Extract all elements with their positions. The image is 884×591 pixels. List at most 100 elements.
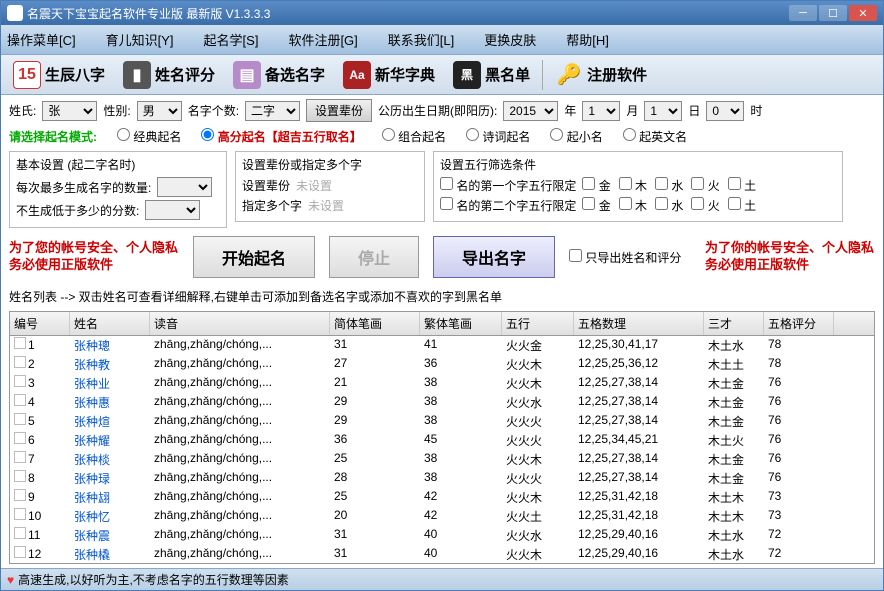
- col-name[interactable]: 姓名: [70, 312, 150, 335]
- table-row[interactable]: 3张种业zhāng,zhǎng/chóng,...2138火火木12,25,27…: [10, 374, 874, 393]
- gender-select[interactable]: 男: [137, 101, 182, 121]
- file-icon: [14, 375, 26, 387]
- menu-naming[interactable]: 起名学[S]: [204, 30, 259, 49]
- mode-row: 请选择起名模式: 经典起名 高分起名【超吉五行取名】 组合起名 诗词起名 起小名…: [9, 126, 875, 147]
- wuxing-cb-土[interactable]: 土: [728, 177, 756, 194]
- menu-skin[interactable]: 更换皮肤: [484, 30, 536, 49]
- table-row[interactable]: 12张种橇zhāng,zhǎng/chóng,...3140火火木12,25,2…: [10, 545, 874, 563]
- stop-button[interactable]: 停止: [329, 236, 419, 278]
- wuxing-cb-金[interactable]: 金: [582, 177, 610, 194]
- wuxing-cb-火[interactable]: 火: [691, 197, 719, 214]
- charcount-select[interactable]: 二字: [245, 101, 300, 121]
- key-icon: 🔑: [555, 61, 583, 89]
- warning-right: 为了你的帐号安全、个人隐私 务必使用正版软件: [705, 240, 875, 274]
- mode-high[interactable]: 高分起名【超吉五行取名】: [201, 128, 361, 145]
- table-row[interactable]: 11张种震zhāng,zhǎng/chóng,...3140火火水12,25,2…: [10, 526, 874, 545]
- table-row[interactable]: 4张种惠zhāng,zhǎng/chóng,...2938火火水12,25,27…: [10, 393, 874, 412]
- close-button[interactable]: ✕: [849, 5, 877, 21]
- export-button[interactable]: 导出名字: [433, 236, 555, 278]
- second-char-limit[interactable]: 名的第二个字五行限定: [440, 197, 576, 214]
- col-pinyin[interactable]: 读音: [150, 312, 330, 335]
- menu-help[interactable]: 帮助[H]: [566, 30, 609, 49]
- mode-english[interactable]: 起英文名: [623, 128, 687, 145]
- col-simp[interactable]: 简体笔画: [330, 312, 420, 335]
- menu-register[interactable]: 软件注册[G]: [288, 30, 357, 49]
- titlebar: 名震天下宝宝起名软件专业版 最新版 V1.3.3.3 ─ ☐ ✕: [1, 1, 883, 25]
- min-score-select[interactable]: [145, 200, 200, 220]
- table-row[interactable]: 2张种教zhāng,zhǎng/chóng,...2736火火木12,25,25…: [10, 355, 874, 374]
- set-generation-button[interactable]: 设置辈份: [306, 99, 372, 122]
- hint-line: 姓名列表 --> 双击姓名可查看详细解释,右键单击可添加到备选名字或添加不喜欢的…: [9, 286, 875, 307]
- warning-left: 为了您的帐号安全、个人隐私 务必使用正版软件: [9, 240, 179, 274]
- mode-combo[interactable]: 组合起名: [382, 128, 446, 145]
- blacklist-icon: 黑: [453, 61, 481, 89]
- table-row[interactable]: 9张种翃zhāng,zhǎng/chóng,...2542火火木12,25,31…: [10, 488, 874, 507]
- separator: [542, 60, 543, 90]
- col-wuxing[interactable]: 五行: [502, 312, 574, 335]
- panel-basic: 基本设置 (起二字名时) 每次最多生成名字的数量: 不生成低于多少的分数:: [9, 151, 227, 228]
- file-icon: [14, 508, 26, 520]
- col-score[interactable]: 五格评分: [764, 312, 834, 335]
- menu-contact[interactable]: 联系我们[L]: [388, 30, 454, 49]
- table-row[interactable]: 1张种璁zhāng,zhǎng/chóng,...3141火火金12,25,30…: [10, 336, 874, 355]
- file-icon: [14, 489, 26, 501]
- start-button[interactable]: 开始起名: [193, 236, 315, 278]
- mode-poem[interactable]: 诗词起名: [466, 128, 530, 145]
- surname-select[interactable]: 张: [42, 101, 97, 121]
- mode-small[interactable]: 起小名: [550, 128, 602, 145]
- menubar: 操作菜单[C] 育儿知识[Y] 起名学[S] 软件注册[G] 联系我们[L] 更…: [1, 25, 883, 55]
- file-icon: [14, 337, 26, 349]
- table-row[interactable]: 5张种煊zhāng,zhǎng/chóng,...2938火火火12,25,27…: [10, 412, 874, 431]
- name-table: 编号 姓名 读音 简体笔画 繁体笔画 五行 五格数理 三才 五格评分 1张种璁z…: [9, 311, 875, 564]
- export-cb[interactable]: 只导出姓名和评分: [569, 249, 681, 266]
- panel3-title: 设置五行筛选条件: [440, 156, 836, 173]
- tool-candidate[interactable]: ▤备选名字: [227, 59, 331, 91]
- form-row: 姓氏: 张 性别: 男 名字个数: 二字 设置辈份 公历出生日期(即阳历): 2…: [9, 99, 875, 122]
- panel-generation: 设置辈份或指定多个字 设置辈份 未设置 指定多个字 未设置: [235, 151, 425, 222]
- mode-classic[interactable]: 经典起名: [117, 128, 181, 145]
- wuxing-cb-木[interactable]: 木: [619, 177, 647, 194]
- wuxing-cb-土[interactable]: 土: [728, 197, 756, 214]
- month-select[interactable]: 1: [582, 101, 620, 121]
- tool-score[interactable]: ▮姓名评分: [117, 59, 221, 91]
- menu-childcare[interactable]: 育儿知识[Y]: [106, 30, 174, 49]
- col-wuge[interactable]: 五格数理: [574, 312, 704, 335]
- calendar-icon: 15: [13, 61, 41, 89]
- tool-dict[interactable]: Aa新华字典: [337, 59, 441, 91]
- table-row[interactable]: 7张种棪zhāng,zhǎng/chóng,...2538火火木12,25,27…: [10, 450, 874, 469]
- minimize-button[interactable]: ─: [789, 5, 817, 21]
- birthdate-label: 公历出生日期(即阳历):: [378, 102, 497, 119]
- col-trad[interactable]: 繁体笔画: [420, 312, 502, 335]
- file-icon: [14, 527, 26, 539]
- table-row[interactable]: 10张种忆zhāng,zhǎng/chóng,...2042火火土12,25,3…: [10, 507, 874, 526]
- charcount-label: 名字个数:: [188, 102, 239, 119]
- wuxing-cb-水[interactable]: 水: [655, 197, 683, 214]
- panel-wuxing: 设置五行筛选条件 名的第一个字五行限定 金 木 水 火 土 名的第二个字五行限定…: [433, 151, 843, 222]
- table-row[interactable]: 6张种耀zhāng,zhǎng/chóng,...3645火火火12,25,34…: [10, 431, 874, 450]
- first-char-limit[interactable]: 名的第一个字五行限定: [440, 177, 576, 194]
- file-icon: [14, 451, 26, 463]
- tool-register[interactable]: 🔑注册软件: [549, 59, 653, 91]
- table-body[interactable]: 1张种璁zhāng,zhǎng/chóng,...3141火火金12,25,30…: [10, 336, 874, 563]
- wuxing-cb-金[interactable]: 金: [582, 197, 610, 214]
- day-select[interactable]: 1: [644, 101, 682, 121]
- max-count-select[interactable]: [157, 177, 212, 197]
- year-select[interactable]: 2015: [503, 101, 558, 121]
- maximize-button[interactable]: ☐: [819, 5, 847, 21]
- wuxing-cb-木[interactable]: 木: [619, 197, 647, 214]
- app-icon: [7, 5, 23, 21]
- mode-label: 请选择起名模式:: [9, 128, 97, 145]
- menu-ops[interactable]: 操作菜单[C]: [7, 30, 76, 49]
- file-icon: [14, 546, 26, 558]
- tool-blacklist[interactable]: 黑黑名单: [447, 59, 536, 91]
- notebook-icon: ▤: [233, 61, 261, 89]
- wuxing-cb-水[interactable]: 水: [655, 177, 683, 194]
- phone-icon: ▮: [123, 61, 151, 89]
- tool-bazi[interactable]: 15生辰八字: [7, 59, 111, 91]
- table-row[interactable]: 8张种琭zhāng,zhǎng/chóng,...2838火火火12,25,27…: [10, 469, 874, 488]
- col-num[interactable]: 编号: [10, 312, 70, 335]
- wuxing-cb-火[interactable]: 火: [691, 177, 719, 194]
- hour-select[interactable]: 0: [706, 101, 744, 121]
- col-sancai[interactable]: 三才: [704, 312, 764, 335]
- file-icon: [14, 356, 26, 368]
